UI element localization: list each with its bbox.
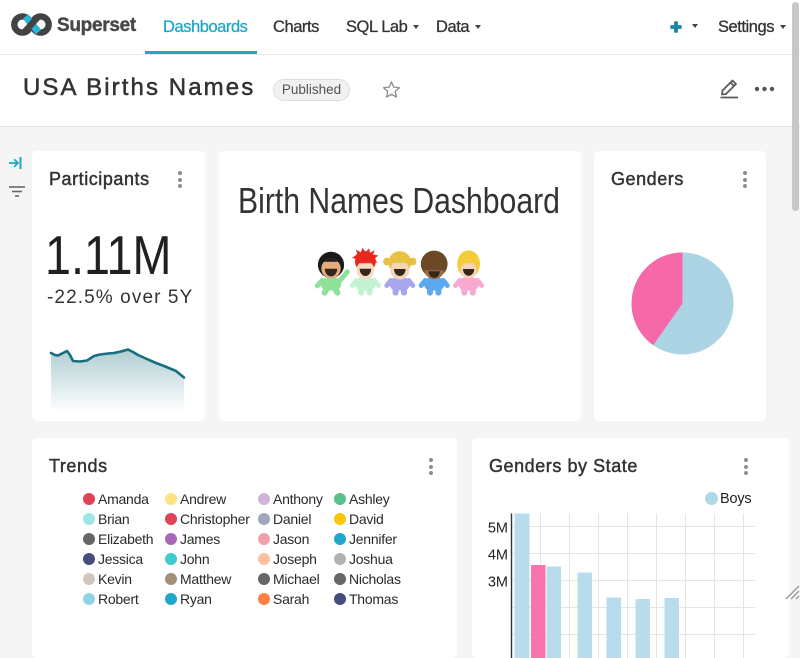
- svg-text:4M: 4M: [488, 548, 508, 564]
- svg-text:3M: 3M: [488, 575, 508, 591]
- svg-text:5M: 5M: [488, 521, 508, 537]
